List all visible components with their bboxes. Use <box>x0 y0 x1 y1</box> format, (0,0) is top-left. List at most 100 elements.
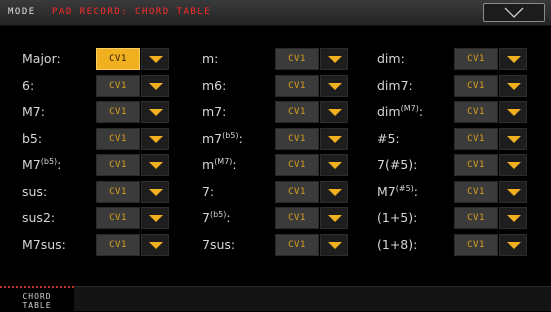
dropdown-arrow-button[interactable] <box>141 154 169 176</box>
chord-variation-select[interactable]: CV1 <box>96 180 170 203</box>
select-value[interactable]: CV1 <box>275 180 319 203</box>
chord-row: b5: CV1 m7(b5): CV1 #5: CV1 <box>22 127 542 150</box>
triangle-down-icon <box>328 82 342 90</box>
chord-name: dim <box>377 104 401 119</box>
chord-variation-select[interactable]: CV1 <box>96 127 170 150</box>
chord-label: dim(M7): <box>377 104 423 119</box>
chord-colon: : <box>238 130 243 146</box>
dropdown-arrow-button[interactable] <box>320 233 348 256</box>
dropdown-arrow-button[interactable] <box>499 127 527 150</box>
chord-variation-select[interactable]: CV1 <box>275 207 349 229</box>
chord-variation-select[interactable]: CV1 <box>96 233 170 256</box>
triangle-down-icon <box>149 82 163 90</box>
dropdown-arrow-button[interactable] <box>141 233 169 256</box>
select-value[interactable]: CV1 <box>96 233 140 256</box>
chord-row: M7: CV1 m7: CV1 dim(M7): CV1 <box>22 101 542 123</box>
select-value[interactable]: CV1 <box>96 180 140 203</box>
select-value[interactable]: CV1 <box>454 74 498 97</box>
chord-name: 7sus: <box>202 236 236 252</box>
select-value[interactable]: CV1 <box>96 154 140 176</box>
chord-variation-select[interactable]: CV1 <box>275 154 349 176</box>
dropdown-arrow-button[interactable] <box>499 154 527 176</box>
chord-variation-select[interactable]: CV1 <box>454 180 528 203</box>
chord-variation-select[interactable]: CV1 <box>275 48 349 70</box>
select-value[interactable]: CV1 <box>454 154 498 176</box>
chord-variation-select[interactable]: CV1 <box>275 101 349 123</box>
select-value[interactable]: CV1 <box>275 48 319 70</box>
select-value[interactable]: CV1 <box>454 48 498 70</box>
chord-label: M7(#5): <box>377 184 418 199</box>
select-value[interactable]: CV1 <box>275 233 319 256</box>
select-value[interactable]: CV1 <box>275 127 319 150</box>
dropdown-arrow-button[interactable] <box>499 48 527 70</box>
chord-colon: : <box>413 183 419 199</box>
chord-variation-select[interactable]: CV1 <box>454 74 528 97</box>
select-value[interactable]: CV1 <box>454 180 498 203</box>
chord-label: 7sus: <box>202 237 235 252</box>
chord-name: 6: <box>22 77 35 93</box>
select-value[interactable]: CV1 <box>96 101 140 123</box>
select-value[interactable]: CV1 <box>96 74 140 97</box>
dropdown-arrow-button[interactable] <box>499 207 527 229</box>
select-value[interactable]: CV1 <box>96 127 140 150</box>
select-value[interactable]: CV1 <box>275 154 319 176</box>
chord-variation-select[interactable]: CV1 <box>454 233 528 256</box>
dropdown-arrow-button[interactable] <box>320 207 348 229</box>
triangle-down-icon <box>507 56 521 63</box>
dropdown-arrow-button[interactable] <box>499 74 527 97</box>
select-value[interactable]: CV1 <box>96 207 140 229</box>
chord-variation-select[interactable]: CV1 <box>275 233 349 256</box>
chord-variation-select[interactable]: CV1 <box>96 101 170 123</box>
chord-variation-select[interactable]: CV1 <box>275 180 349 203</box>
triangle-down-icon <box>507 135 521 143</box>
dropdown-arrow-button[interactable] <box>141 48 169 70</box>
select-value[interactable]: CV1 <box>275 207 319 229</box>
triangle-down-icon <box>149 135 163 143</box>
select-value[interactable]: CV1 <box>275 101 319 123</box>
chord-label: (1+8): <box>377 237 417 252</box>
chord-variation-select[interactable]: CV1 <box>275 74 349 97</box>
chord-name: m7 <box>202 130 223 146</box>
dropdown-arrow-button[interactable] <box>320 154 348 176</box>
dropdown-arrow-button[interactable] <box>141 101 169 123</box>
chord-name: sus2: <box>22 210 56 225</box>
chord-variation-select[interactable]: CV1 <box>454 154 528 176</box>
dropdown-arrow-button[interactable] <box>320 180 348 203</box>
triangle-down-icon <box>328 188 342 196</box>
tab-label-line1: CHORD <box>22 292 52 301</box>
dropdown-arrow-button[interactable] <box>320 48 348 70</box>
chord-variation-select[interactable]: CV1 <box>454 101 528 123</box>
chord-variation-select[interactable]: CV1 <box>454 207 528 229</box>
dropdown-arrow-button[interactable] <box>499 101 527 123</box>
select-value[interactable]: CV1 <box>454 127 498 150</box>
chord-variation-select[interactable]: CV1 <box>96 207 170 229</box>
chord-variation-select[interactable]: CV1 <box>96 48 170 70</box>
chord-name: (1+8): <box>377 236 418 252</box>
dropdown-arrow-button[interactable] <box>141 127 169 150</box>
dropdown-arrow-button[interactable] <box>499 180 527 203</box>
chord-variation-select[interactable]: CV1 <box>96 74 170 97</box>
tab-chord-table[interactable]: CHORD TABLE <box>0 286 74 312</box>
triangle-down-icon <box>507 82 521 90</box>
triangle-down-icon <box>507 215 521 222</box>
select-value[interactable]: CV1 <box>275 74 319 97</box>
chord-label: M7sus: <box>22 237 66 252</box>
dropdown-arrow-button[interactable] <box>141 74 169 97</box>
select-value[interactable]: CV1 <box>454 207 498 229</box>
chord-variation-select[interactable]: CV1 <box>275 127 349 150</box>
chord-name: sus: <box>22 183 48 199</box>
dropdown-arrow-button[interactable] <box>141 180 169 203</box>
dropdown-arrow-button[interactable] <box>499 233 527 256</box>
page-menu-button[interactable] <box>483 3 545 22</box>
chord-variation-select[interactable]: CV1 <box>96 154 170 176</box>
dropdown-arrow-button[interactable] <box>141 207 169 229</box>
select-value[interactable]: CV1 <box>454 101 498 123</box>
chord-variation-select[interactable]: CV1 <box>454 48 528 70</box>
dropdown-arrow-button[interactable] <box>320 127 348 150</box>
dropdown-arrow-button[interactable] <box>320 74 348 97</box>
dropdown-arrow-button[interactable] <box>320 101 348 123</box>
select-value[interactable]: CV1 <box>96 48 140 70</box>
chord-variation-select[interactable]: CV1 <box>454 127 528 150</box>
select-value[interactable]: CV1 <box>454 233 498 256</box>
triangle-down-icon <box>328 215 342 222</box>
